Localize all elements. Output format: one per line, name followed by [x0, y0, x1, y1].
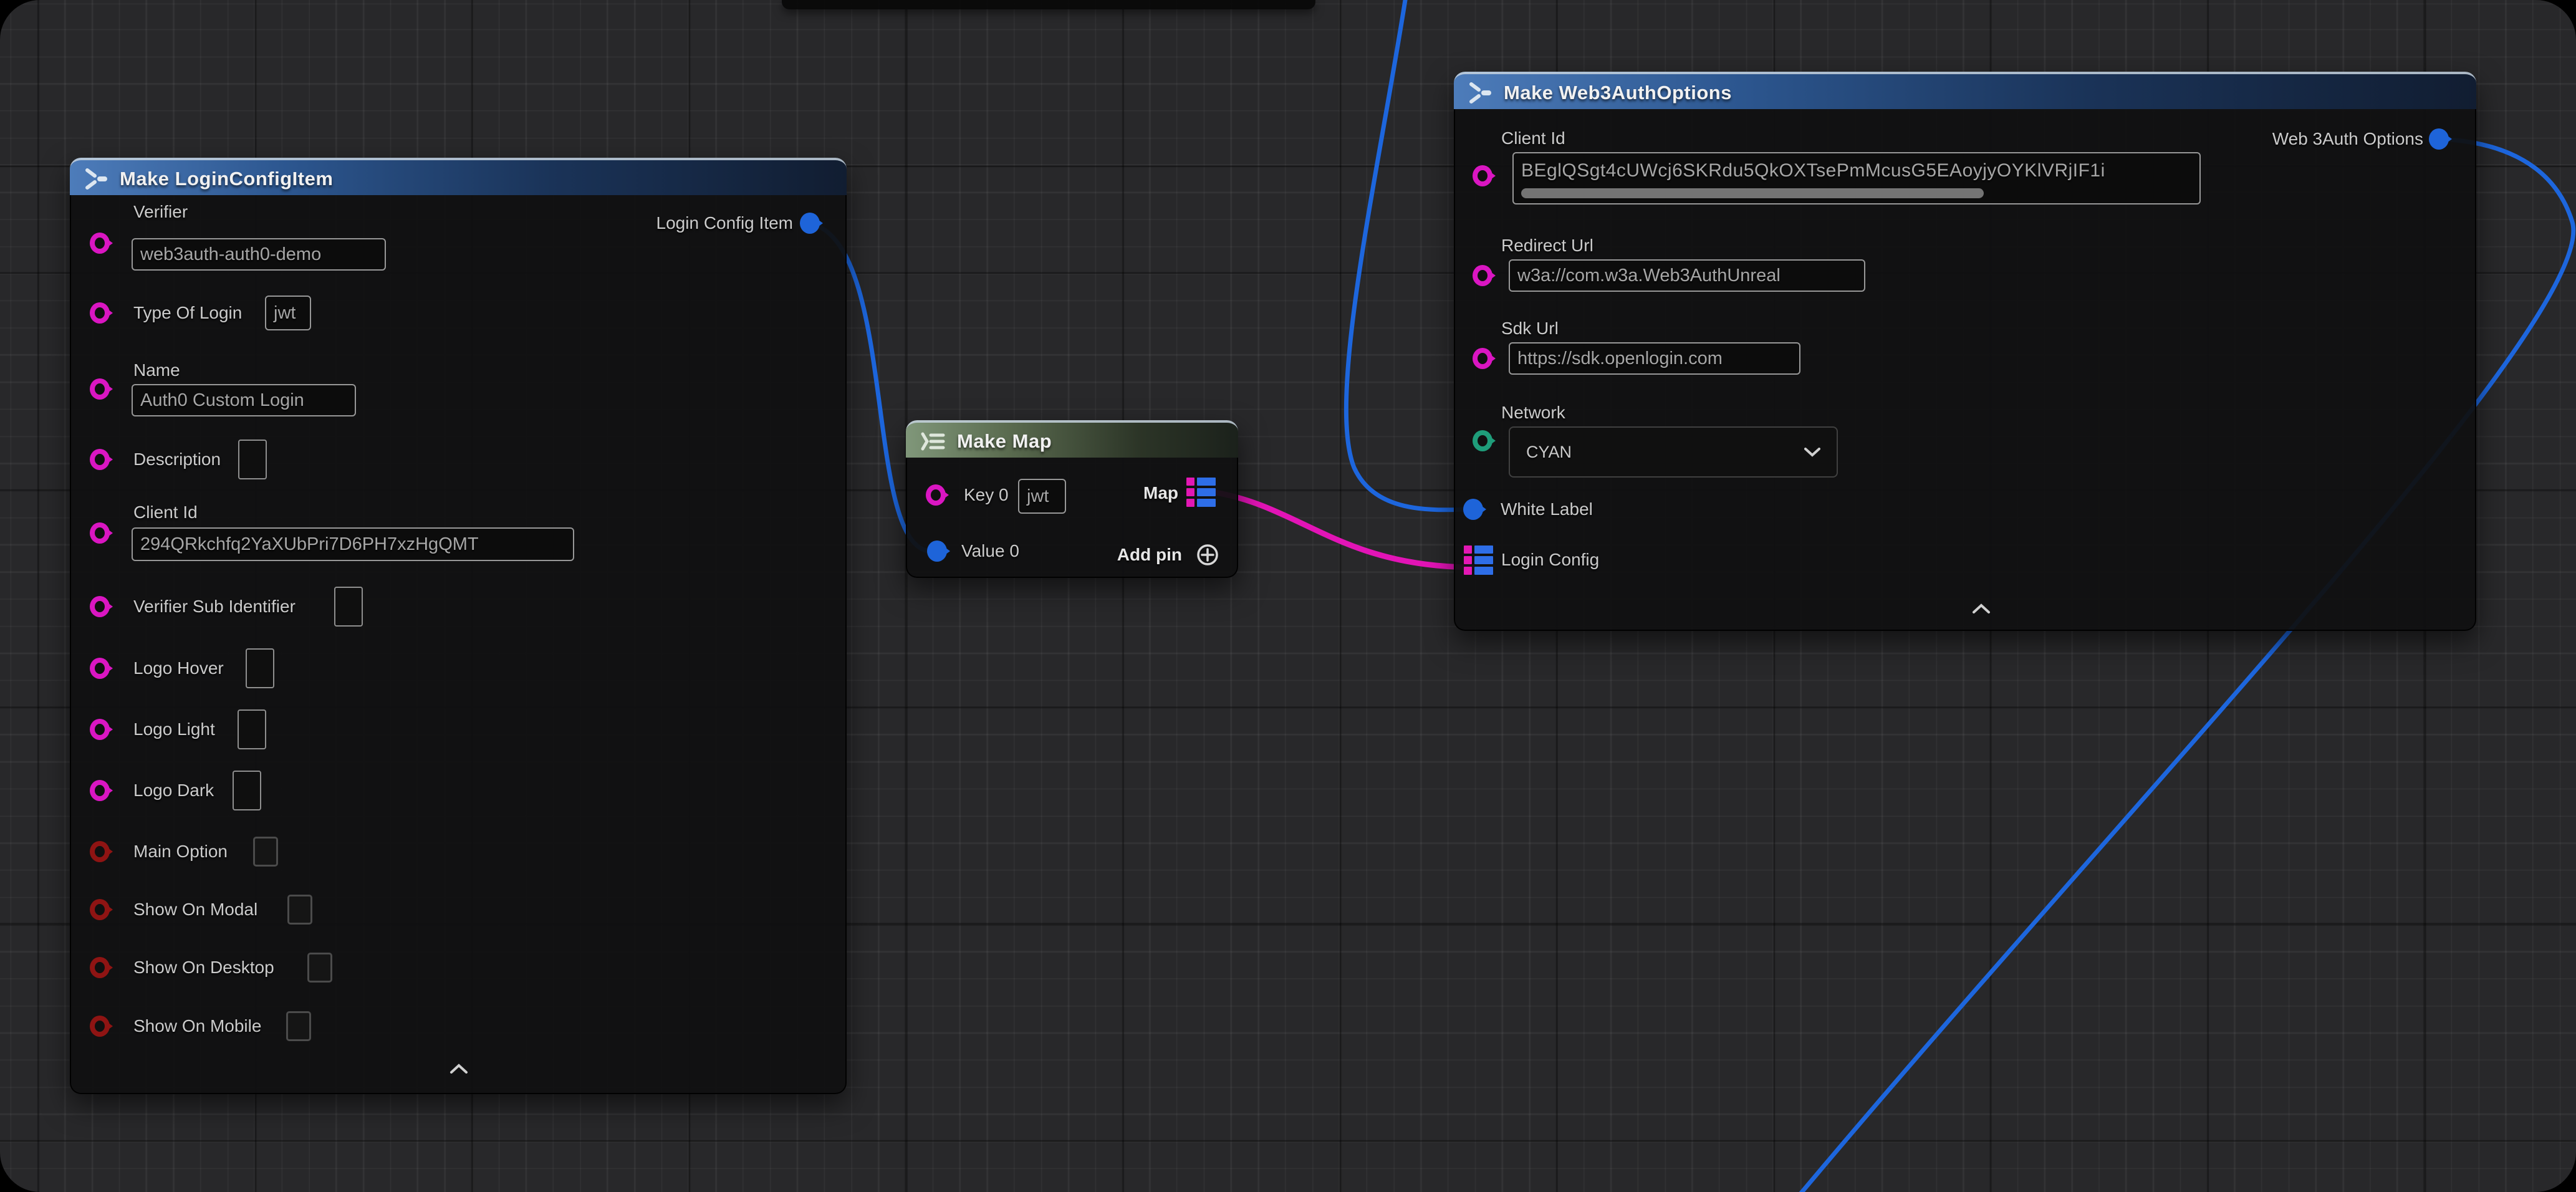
show-on-desktop-checkbox[interactable] — [307, 953, 332, 983]
add-pin-icon — [1195, 542, 1220, 567]
add-pin-label: Add pin — [1117, 545, 1182, 565]
login-config-label: Login Config — [1501, 550, 1599, 570]
logo-light-input-pin[interactable] — [90, 719, 110, 740]
w3a-client-id-input-pin[interactable] — [1473, 165, 1492, 186]
value0-input-pin[interactable] — [927, 541, 947, 562]
logo-light-label: Logo Light — [133, 719, 215, 739]
logo-dark-input-pin[interactable] — [90, 780, 110, 801]
add-pin-button[interactable] — [1195, 542, 1220, 570]
verifier-value-field[interactable]: web3auth-auth0-demo — [132, 238, 386, 271]
description-label: Description — [133, 449, 221, 469]
w3a-client-id-value: BEglQSgt4cUWcj6SKRdu5QkOXTsePmMcusG5EAoy… — [1521, 160, 2105, 181]
verifier-sub-identifier-label: Verifier Sub Identifier — [133, 597, 296, 617]
type-of-login-label: Type Of Login — [133, 303, 242, 323]
node-make-map-header[interactable]: Make Map — [906, 420, 1238, 458]
show-on-desktop-label: Show On Desktop — [133, 958, 274, 978]
main-option-label: Main Option — [133, 842, 228, 862]
name-input-pin[interactable] — [90, 378, 110, 400]
node-title: Make Map — [957, 430, 1052, 453]
white-label-label: White Label — [1501, 499, 1593, 519]
show-on-modal-checkbox[interactable] — [287, 895, 312, 925]
client-id-label: Client Id — [133, 502, 198, 522]
network-input-pin[interactable] — [1473, 430, 1492, 451]
offscreen-node-edge — [782, 0, 1315, 9]
verifier-input-pin[interactable] — [90, 233, 110, 254]
node-title: Make LoginConfigItem — [120, 168, 333, 190]
logo-hover-value-field[interactable] — [246, 648, 274, 688]
map-output-pin[interactable] — [1186, 478, 1216, 507]
sdk-url-value-field[interactable]: https://sdk.openlogin.com — [1509, 342, 1800, 375]
wire-top-to-whitelabel[interactable] — [1346, 0, 1469, 510]
name-value-field[interactable]: Auth0 Custom Login — [132, 384, 356, 416]
client-id-horizontal-scrollbar[interactable] — [1521, 188, 1984, 198]
chevron-down-icon — [1804, 448, 1820, 457]
sdk-url-value: https://sdk.openlogin.com — [1517, 348, 1723, 369]
key0-input-pin[interactable] — [926, 484, 946, 506]
verifier-sub-identifier-value-field[interactable] — [334, 587, 363, 627]
key0-label: Key 0 — [964, 485, 1009, 505]
logo-dark-value-field[interactable] — [233, 771, 261, 810]
login-config-input-pin[interactable] — [1464, 546, 1493, 575]
verifier-value: web3auth-auth0-demo — [140, 244, 321, 265]
logo-dark-label: Logo Dark — [133, 781, 214, 800]
make-struct-icon — [1466, 80, 1494, 105]
show-on-modal-input-pin[interactable] — [90, 899, 110, 920]
verifier-label: Verifier — [133, 202, 188, 222]
type-of-login-value-field[interactable]: jwt — [265, 296, 311, 330]
make-map-icon — [918, 429, 947, 454]
web3auth-options-output-label: Web 3Auth Options — [2272, 129, 2423, 149]
chevron-up-icon — [1972, 603, 1991, 613]
blueprint-graph-canvas[interactable]: Make LoginConfigItem Login Config Item V… — [0, 0, 2576, 1192]
show-on-mobile-checkbox[interactable] — [286, 1011, 311, 1041]
network-label: Network — [1501, 403, 1565, 423]
verifier-sub-identifier-input-pin[interactable] — [90, 596, 110, 617]
collapse-loginconfigitem-button[interactable] — [449, 1064, 468, 1077]
node-make-loginconfigitem[interactable]: Make LoginConfigItem — [70, 158, 847, 1094]
w3a-client-id-value-field[interactable]: BEglQSgt4cUWcj6SKRdu5QkOXTsePmMcusG5EAoy… — [1512, 152, 2201, 204]
type-of-login-input-pin[interactable] — [90, 302, 110, 324]
value0-label: Value 0 — [961, 541, 1019, 561]
map-output-label: Map — [1143, 483, 1178, 503]
redirect-url-input-pin[interactable] — [1473, 265, 1492, 286]
main-option-input-pin[interactable] — [90, 841, 110, 862]
logo-light-value-field[interactable] — [238, 709, 266, 749]
white-label-input-pin[interactable] — [1463, 499, 1483, 520]
main-option-checkbox[interactable] — [253, 837, 278, 867]
node-make-loginconfigitem-header[interactable]: Make LoginConfigItem — [70, 158, 847, 195]
logo-hover-input-pin[interactable] — [90, 658, 110, 679]
show-on-modal-label: Show On Modal — [133, 900, 257, 920]
web3auth-options-output-pin[interactable] — [2429, 128, 2449, 150]
redirect-url-label: Redirect Url — [1501, 236, 1593, 256]
sdk-url-label: Sdk Url — [1501, 319, 1559, 339]
w3a-client-id-label: Client Id — [1501, 128, 1565, 148]
network-selected-value: CYAN — [1526, 443, 1572, 462]
client-id-value: 294QRkchfq2YaXUbPri7D6PH7xzHgQMT — [140, 534, 479, 555]
sdk-url-input-pin[interactable] — [1473, 348, 1492, 369]
description-input-pin[interactable] — [90, 449, 110, 470]
description-value-field[interactable] — [238, 440, 267, 479]
client-id-input-pin[interactable] — [90, 522, 110, 544]
show-on-mobile-label: Show On Mobile — [133, 1016, 261, 1036]
chevron-up-icon — [449, 1064, 468, 1074]
show-on-desktop-input-pin[interactable] — [90, 957, 110, 978]
login-config-item-output-label: Login Config Item — [656, 213, 793, 233]
make-struct-icon — [82, 166, 110, 191]
client-id-value-field[interactable]: 294QRkchfq2YaXUbPri7D6PH7xzHgQMT — [132, 527, 574, 561]
name-value: Auth0 Custom Login — [140, 390, 304, 411]
type-of-login-value: jwt — [274, 303, 296, 324]
name-label: Name — [133, 360, 180, 380]
node-make-web3authoptions-header[interactable]: Make Web3AuthOptions — [1454, 72, 2476, 109]
collapse-web3authoptions-button[interactable] — [1972, 603, 1991, 617]
redirect-url-value: w3a://com.w3a.Web3AuthUnreal — [1517, 266, 1781, 286]
show-on-mobile-input-pin[interactable] — [90, 1016, 110, 1037]
redirect-url-value-field[interactable]: w3a://com.w3a.Web3AuthUnreal — [1509, 259, 1865, 292]
key0-value: jwt — [1027, 486, 1049, 507]
logo-hover-label: Logo Hover — [133, 658, 224, 678]
node-title: Make Web3AuthOptions — [1504, 82, 1732, 104]
login-config-item-output-pin[interactable] — [800, 213, 820, 234]
key0-value-field[interactable]: jwt — [1018, 479, 1066, 514]
wire-map-to-loginconfig[interactable] — [1216, 493, 1471, 567]
network-dropdown[interactable]: CYAN — [1509, 426, 1838, 478]
